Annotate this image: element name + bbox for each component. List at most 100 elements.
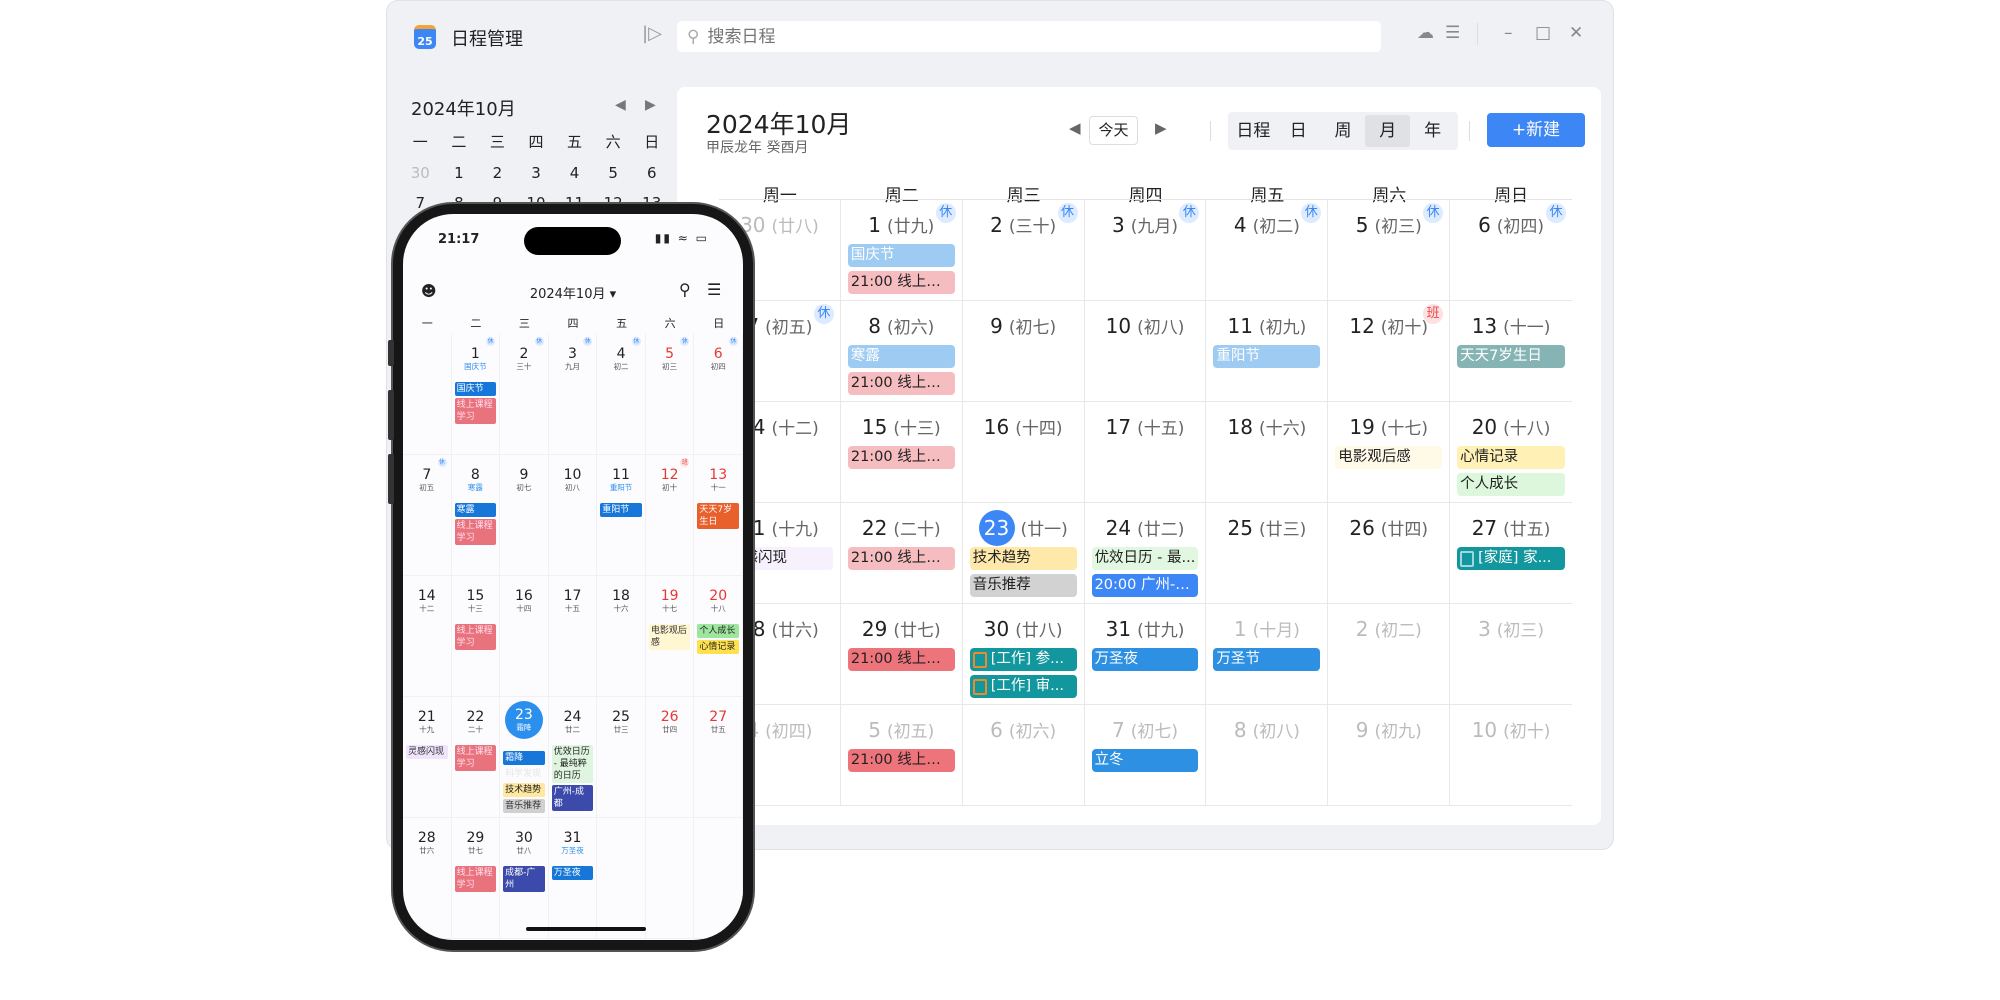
mini-day[interactable]: 4 xyxy=(555,164,594,182)
phone-event-chip[interactable]: 成都-广州 xyxy=(503,866,545,892)
phone-day-cell[interactable]: 7 初五 休 xyxy=(403,455,452,576)
event-chip[interactable]: 21:00 线上课... xyxy=(847,648,955,671)
event-chip[interactable]: 立冬 xyxy=(1091,749,1199,772)
phone-event-chip[interactable]: 寒露 xyxy=(454,503,497,517)
phone-day-cell[interactable]: 5 初三 休 xyxy=(645,334,695,455)
phone-day-cell[interactable]: 18 十六 xyxy=(597,576,646,697)
phone-event-chip[interactable]: 心情记录 xyxy=(697,640,739,654)
day-cell[interactable]: 24 (廿二) 优效日历 - 最... 20:00 广州-成都 xyxy=(1084,503,1207,604)
day-cell[interactable]: 5 (初三) 休 xyxy=(1328,200,1451,301)
phone-day-cell[interactable]: 29 廿七 线上课程学习 xyxy=(451,818,501,939)
phone-day-cell[interactable]: 19 十七 电影观后感 xyxy=(645,576,695,697)
phone-event-chip[interactable]: 霜降 xyxy=(503,751,545,765)
phone-event-chip[interactable]: 线上课程学习 xyxy=(454,866,497,892)
mini-day[interactable]: 6 xyxy=(632,164,671,182)
day-cell[interactable]: 20 (十八) 心情记录 个人成长 xyxy=(1450,402,1572,503)
phone-event-chip[interactable]: 万圣夜 xyxy=(551,866,594,880)
day-cell[interactable]: 25 (廿三) xyxy=(1206,503,1329,604)
event-chip[interactable]: 21:00 线上课... xyxy=(847,372,955,395)
day-cell[interactable]: 27 (廿五) [家庭] 家... xyxy=(1450,503,1572,604)
phone-event-chip[interactable]: 重阳节 xyxy=(600,503,642,517)
day-cell[interactable]: 2 (初二) xyxy=(1328,604,1451,705)
cloud-sync-icon[interactable]: ☁ xyxy=(1417,23,1434,43)
day-cell[interactable]: 6 (初四) 休 xyxy=(1450,200,1572,301)
phone-day-cell[interactable]: 13 十一 天天7岁生日 xyxy=(694,455,743,576)
phone-event-chip[interactable]: 广州-成都 xyxy=(551,785,594,811)
phone-event-chip[interactable]: 线上课程学习 xyxy=(454,745,497,771)
mini-day[interactable]: 2 xyxy=(478,164,517,182)
phone-event-chip[interactable]: 音乐推荐 xyxy=(503,799,545,813)
day-cell[interactable]: 9 (初九) xyxy=(1328,705,1451,806)
phone-day-cell[interactable]: 23 霜降 霜降 科学发现 技术趋势 音乐推荐 xyxy=(500,697,549,818)
event-chip[interactable]: 21:00 线上课... xyxy=(847,749,955,772)
phone-event-chip[interactable]: 电影观后感 xyxy=(648,624,691,650)
maximize-icon[interactable]: □ xyxy=(1535,23,1551,43)
event-chip[interactable]: 心情记录 xyxy=(1457,446,1565,469)
event-chip[interactable]: 国庆节 xyxy=(847,244,955,267)
phone-day-cell[interactable]: 27 廿五 xyxy=(694,697,743,818)
phone-day-cell[interactable]: 10 初八 xyxy=(548,455,598,576)
day-cell[interactable]: 9 (初七) xyxy=(962,301,1085,402)
phone-day-cell[interactable]: 31 万圣夜 万圣夜 xyxy=(548,818,598,939)
event-chip[interactable]: 天天7岁生日 xyxy=(1457,345,1565,368)
day-cell[interactable]: 13 (十一) 天天7岁生日 xyxy=(1450,301,1572,402)
phone-event-chip[interactable]: 线上课程学习 xyxy=(454,398,497,424)
phone-day-cell[interactable]: 8 寒露 寒露 线上课程学习 xyxy=(451,455,501,576)
phone-month-selector[interactable]: 2024年10月 ▾ xyxy=(403,283,743,302)
day-cell[interactable]: 10 (初十) xyxy=(1450,705,1572,806)
phone-day-cell[interactable]: 22 二十 线上课程学习 xyxy=(451,697,501,818)
phone-day-cell[interactable]: 9 初七 xyxy=(500,455,549,576)
event-chip[interactable]: 万圣节 xyxy=(1213,648,1321,671)
day-cell[interactable]: 10 (初八) xyxy=(1084,301,1207,402)
phone-event-chip[interactable]: 国庆节 xyxy=(454,382,497,396)
mini-day[interactable]: 1 xyxy=(440,164,479,182)
event-chip[interactable]: 20:00 广州-成都 xyxy=(1091,574,1199,597)
day-cell[interactable]: 2 (三十) 休 xyxy=(962,200,1085,301)
checkbox-icon[interactable] xyxy=(972,678,987,695)
next-month-icon[interactable]: ▶ xyxy=(1155,119,1167,137)
new-event-button[interactable]: +新建 xyxy=(1487,113,1585,147)
day-cell[interactable]: 5 (初五) 21:00 线上课... xyxy=(840,705,963,806)
view-tab[interactable]: 月 xyxy=(1365,115,1411,147)
phone-day-cell[interactable]: 17 十五 xyxy=(548,576,598,697)
mini-day[interactable]: 30 xyxy=(401,164,440,182)
phone-day-cell[interactable]: 12 初十 班 xyxy=(645,455,695,576)
event-chip[interactable]: 重阳节 xyxy=(1213,345,1321,368)
day-cell[interactable]: 31 (廿九) 万圣夜 xyxy=(1084,604,1207,705)
day-cell[interactable]: 18 (十六) xyxy=(1206,402,1329,503)
phone-event-chip[interactable]: 优效日历 - 最纯粹的日历 xyxy=(551,745,594,783)
event-chip[interactable]: [工作] 审... xyxy=(969,675,1077,698)
phone-event-chip[interactable]: 技术趋势 xyxy=(503,783,545,797)
mini-day[interactable]: 3 xyxy=(517,164,556,182)
day-cell[interactable]: 17 (十五) xyxy=(1084,402,1207,503)
phone-day-cell[interactable]: 4 初二 休 xyxy=(597,334,646,455)
sidebar-toggle-icon[interactable]: |▷ xyxy=(642,23,662,44)
phone-event-chip[interactable]: 线上课程学习 xyxy=(454,624,497,650)
event-chip[interactable]: 寒露 xyxy=(847,345,955,368)
day-cell[interactable]: 4 (初二) 休 xyxy=(1206,200,1329,301)
day-cell[interactable]: 12 (初十) 班 xyxy=(1328,301,1451,402)
day-cell[interactable]: 8 (初八) xyxy=(1206,705,1329,806)
day-cell[interactable]: 16 (十四) xyxy=(962,402,1085,503)
search-box[interactable]: ⚲ xyxy=(677,21,1381,52)
phone-day-cell[interactable]: 30 廿八 成都-广州 xyxy=(500,818,549,939)
day-cell[interactable]: 6 (初六) xyxy=(962,705,1085,806)
day-cell[interactable]: 23 (廿一) 技术趋势 音乐推荐 xyxy=(962,503,1085,604)
event-chip[interactable]: 技术趋势 xyxy=(969,547,1077,570)
day-cell[interactable]: 29 (廿七) 21:00 线上课... xyxy=(840,604,963,705)
checkbox-icon[interactable] xyxy=(1460,550,1475,567)
day-cell[interactable]: 15 (十三) 21:00 线上课... xyxy=(840,402,963,503)
mini-next-month-icon[interactable]: ▶ xyxy=(645,97,656,113)
phone-day-cell[interactable]: 1 国庆节休国庆节 线上课程学习 xyxy=(451,334,501,455)
phone-day-cell[interactable]: 11 重阳节 重阳节 xyxy=(597,455,646,576)
event-chip[interactable]: [家庭] 家... xyxy=(1457,547,1565,570)
phone-day-cell[interactable]: 6 初四 休 xyxy=(694,334,743,455)
phone-event-chip[interactable]: 天天7岁生日 xyxy=(697,503,739,529)
phone-day-cell[interactable]: 2 三十 休 xyxy=(500,334,549,455)
day-cell[interactable]: 3 (初三) xyxy=(1450,604,1572,705)
day-cell[interactable]: 1 (廿九) 休国庆节 21:00 线上课... xyxy=(840,200,963,301)
phone-day-cell[interactable]: 3 九月 休 xyxy=(548,334,598,455)
day-cell[interactable]: 26 (廿四) xyxy=(1328,503,1451,604)
event-chip[interactable]: 个人成长 xyxy=(1457,473,1565,496)
phone-day-cell[interactable]: 28 廿六 xyxy=(403,818,452,939)
